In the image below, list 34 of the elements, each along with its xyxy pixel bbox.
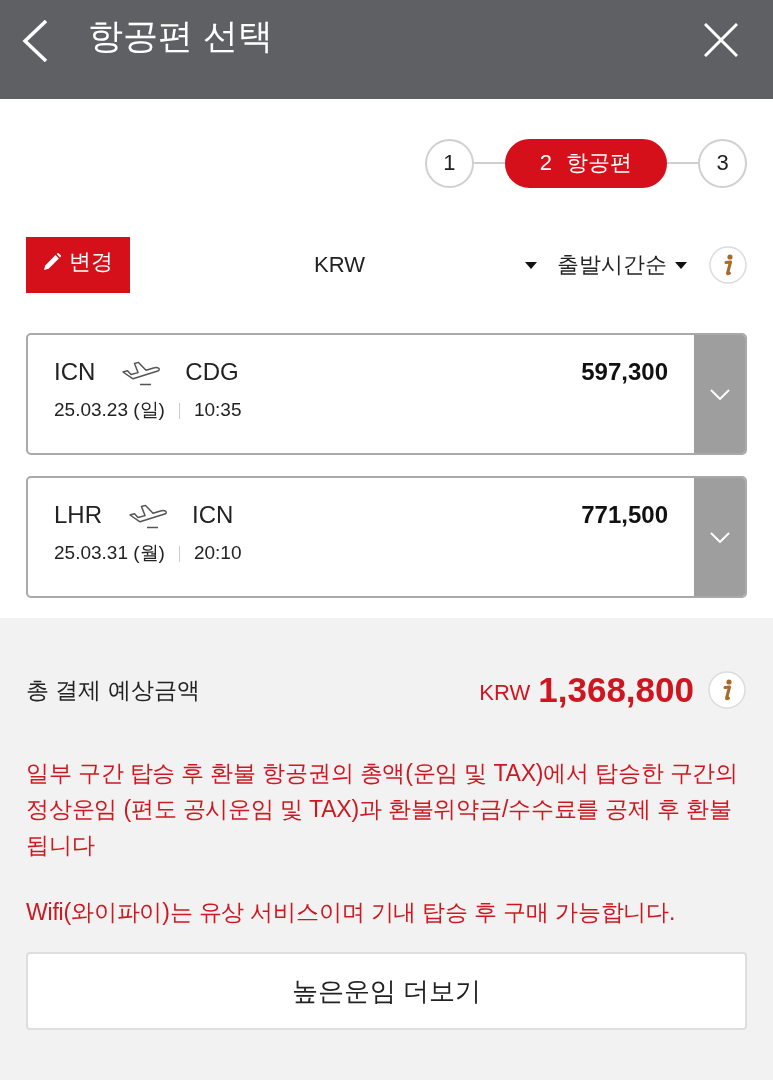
- chevron-left-icon: [22, 19, 48, 62]
- departure-time: 10:35: [193, 399, 242, 421]
- close-icon: [704, 22, 738, 57]
- departure-date: 25.03.31 (월): [54, 541, 165, 565]
- total-currency: KRW: [479, 680, 531, 706]
- departure-time: 20:10: [193, 542, 242, 564]
- edit-button[interactable]: 변경: [26, 237, 130, 293]
- caret-down-icon: [675, 261, 687, 269]
- fare-price: 597,300: [581, 358, 668, 386]
- back-button[interactable]: [20, 18, 50, 63]
- total-label: 총 결제 예상금액: [26, 675, 201, 705]
- close-button[interactable]: [703, 21, 739, 58]
- step-indicator: 2 항공편: [504, 138, 667, 188]
- notice-text: Wifi(와이파이)는 유상 서비스이며 기내 탑승 후 구매 가능합니다.: [26, 898, 677, 927]
- notice-text: 일부 구간 탑승 후 환불 항공권의 총액(운임 및 TAX)에서 탑승한 구간의 정상운임 (편도 공시운임 및 TAX)과 환불위약금/수수료를 공제 후 환불됩니다: [26, 759, 740, 860]
- origin-code: ICN: [54, 358, 96, 386]
- departure-date: 25.03.23 (일): [54, 398, 165, 422]
- destination-code: CDG: [185, 358, 239, 386]
- flight-card[interactable]: ICN CDG 597,300 25.03.23 (일) 10:35: [26, 333, 747, 455]
- origin-code: LHR: [54, 501, 102, 529]
- currency-dropdown[interactable]: KRW: [150, 245, 537, 285]
- caret-down-icon: [525, 261, 537, 269]
- more-fares-button[interactable]: 높은운임 더보기: [26, 952, 747, 1030]
- sort-dropdown[interactable]: 출발시간순: [557, 245, 687, 285]
- pencil-icon: [43, 253, 61, 271]
- step-indicator: 3: [698, 138, 747, 188]
- step-indicator: 1: [424, 138, 474, 188]
- info-icon[interactable]: [709, 246, 747, 284]
- total-amount: 1,368,800: [538, 670, 694, 710]
- destination-code: ICN: [192, 501, 234, 529]
- info-icon[interactable]: [708, 671, 746, 709]
- fare-price: 771,500: [581, 501, 668, 529]
- flight-card[interactable]: LHR ICN 771,500 25.03.31 (월) 20:10: [26, 476, 747, 598]
- page-title: 항공편 선택: [88, 15, 274, 57]
